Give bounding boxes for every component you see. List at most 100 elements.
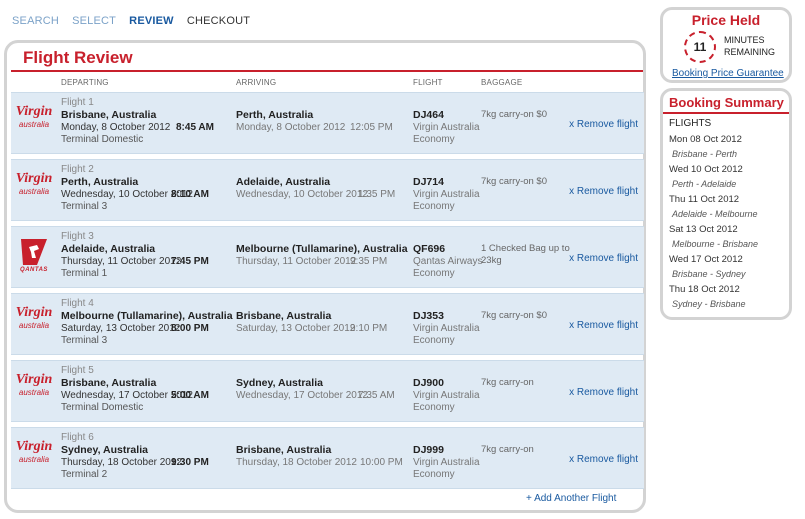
qantas-logo-text: QANTAS <box>20 267 48 273</box>
booking-price-guarantee-link[interactable]: Booking Price Guarantee <box>672 68 784 79</box>
flight-row: Virgin australia Flight 2 Perth, Australia W… <box>11 159 644 221</box>
progress-steps: SEARCH SELECT REVIEW CHECKOUT <box>12 15 260 27</box>
departure-time: 8:10 AM <box>171 189 209 200</box>
departure-time: 8:45 AM <box>176 122 214 133</box>
departure-date: Monday, 8 October 2012 <box>61 122 171 133</box>
arrival-date: Monday, 8 October 2012 <box>236 122 346 133</box>
arrival-city: Brisbane, Australia <box>236 444 332 456</box>
summary-flight-date: Thu 18 Oct 2012 <box>669 284 740 295</box>
minutes-label-line2: REMAINING <box>724 47 776 57</box>
step-select[interactable]: SELECT <box>72 15 116 27</box>
arrival-time: 1:35 PM <box>358 189 396 200</box>
airline-name: Virgin Australia <box>413 122 480 133</box>
panel-title: Flight Review <box>23 48 133 67</box>
virgin-logo-mark: Virgin <box>15 104 53 119</box>
step-search[interactable]: SEARCH <box>12 15 59 27</box>
remove-flight-link[interactable]: x Remove flight <box>569 186 638 197</box>
departure-city: Perth, Australia <box>61 176 139 188</box>
summary-flight-route: Perth - Adelaide <box>672 179 737 189</box>
booking-summary-panel: Booking Summary FLIGHTS Mon 08 Oct 2012 B… <box>660 88 792 320</box>
flight-number-label: Flight 4 <box>61 298 94 309</box>
flight-code: DJ999 <box>413 444 444 456</box>
summary-flight-date: Wed 17 Oct 2012 <box>669 254 743 265</box>
virgin-logo-sub: australia <box>18 455 50 464</box>
baggage-allowance: 7kg carry-on $0 <box>481 310 548 321</box>
flight-code: DJ353 <box>413 310 444 322</box>
cabin-class: Economy <box>413 469 455 480</box>
departure-terminal: Terminal 1 <box>61 268 108 279</box>
departure-terminal: Terminal Domestic <box>61 402 144 413</box>
summary-flight-route: Brisbane - Perth <box>672 149 738 159</box>
remove-flight-link[interactable]: x Remove flight <box>569 454 638 465</box>
arrival-time: 9:10 PM <box>350 323 388 334</box>
remove-flight-link[interactable]: x Remove flight <box>569 320 638 331</box>
arrival-city: Adelaide, Australia <box>236 176 331 188</box>
timer-icon: 11 <box>684 31 716 63</box>
flight-code: QF696 <box>413 243 446 255</box>
virgin-australia-logo-icon: Virgin australia <box>14 440 54 476</box>
departure-time: 8:00 PM <box>171 323 209 334</box>
airline-name: Virgin Australia <box>413 457 480 468</box>
cabin-class: Economy <box>413 268 455 279</box>
arrival-time: 9:35 PM <box>350 256 388 267</box>
title-divider <box>11 70 643 72</box>
departure-terminal: Terminal Domestic <box>61 134 144 145</box>
arrival-date: Thursday, 18 October 2012 <box>236 457 357 468</box>
kangaroo-tail-icon <box>21 239 47 265</box>
arrival-date: Wednesday, 17 October 2012 <box>236 390 368 401</box>
flight-review-panel: Flight Review DEPARTING ARRIVING FLIGHT … <box>4 40 646 513</box>
step-checkout: CHECKOUT <box>186 15 251 27</box>
add-flight-link[interactable]: + Add Another Flight <box>526 493 616 504</box>
header-baggage: BAGGAGE <box>481 78 523 87</box>
flight-code: DJ900 <box>413 377 444 389</box>
baggage-allowance: 7kg carry-on $0 <box>481 176 548 187</box>
virgin-logo-sub: australia <box>18 187 50 196</box>
summary-flight-date: Mon 08 Oct 2012 <box>669 134 742 145</box>
minutes-label-line1: MINUTES <box>724 35 765 45</box>
cabin-class: Economy <box>413 335 455 346</box>
baggage-allowance: 1 Checked Bag up to 23kg <box>481 243 570 266</box>
virgin-australia-logo-icon: Virgin australia <box>14 306 54 342</box>
virgin-australia-logo-icon: Virgin australia <box>14 105 54 141</box>
remove-flight-link[interactable]: x Remove flight <box>569 387 638 398</box>
baggage-allowance: 7kg carry-on <box>481 377 534 388</box>
departure-date: Thursday, 11 October 2012 <box>61 256 182 267</box>
flight-row: QANTAS Flight 3 Adelaide, Australia Thursda… <box>11 226 644 288</box>
header-flight: FLIGHT <box>413 78 443 87</box>
cabin-class: Economy <box>413 134 455 145</box>
departure-time: 9:30 PM <box>171 457 209 468</box>
departure-city: Brisbane, Australia <box>61 377 157 389</box>
airline-name: Virgin Australia <box>413 390 480 401</box>
virgin-logo-sub: australia <box>18 388 50 397</box>
remove-flight-link[interactable]: x Remove flight <box>569 119 638 130</box>
virgin-logo-sub: australia <box>18 321 50 330</box>
virgin-logo-mark: Virgin <box>15 372 53 387</box>
airline-name: Virgin Australia <box>413 189 480 200</box>
summary-divider <box>663 112 789 114</box>
flight-number-label: Flight 6 <box>61 432 94 443</box>
qantas-logo-icon: QANTAS <box>14 239 54 275</box>
arrival-city: Perth, Australia <box>236 109 314 121</box>
departure-time: 7:45 PM <box>171 256 209 267</box>
flight-row: Virgin australia Flight 1 Brisbane, Austral… <box>11 92 644 154</box>
arrival-date: Saturday, 13 October 2012 <box>236 323 356 334</box>
airline-name: Virgin Australia <box>413 323 480 334</box>
virgin-logo-mark: Virgin <box>15 305 53 320</box>
flight-number-label: Flight 3 <box>61 231 94 242</box>
remove-flight-link[interactable]: x Remove flight <box>569 253 638 264</box>
arrival-time: 12:05 PM <box>350 122 393 133</box>
header-departing: DEPARTING <box>61 78 109 87</box>
departure-date: Saturday, 13 October 2012 <box>61 323 181 334</box>
departure-terminal: Terminal 3 <box>61 201 108 212</box>
arrival-city: Brisbane, Australia <box>236 310 332 322</box>
airline-name: Qantas Airways <box>413 256 483 267</box>
summary-flights-label: FLIGHTS <box>669 118 712 129</box>
price-held-title: Price Held <box>691 12 761 28</box>
summary-flight-route: Melbourne - Brisbane <box>672 239 759 249</box>
arrival-date: Wednesday, 10 October 2012 <box>236 189 368 200</box>
departure-terminal: Terminal 3 <box>61 335 108 346</box>
cabin-class: Economy <box>413 402 455 413</box>
virgin-logo-sub: australia <box>18 120 50 129</box>
departure-date: Thursday, 18 October 2012 <box>61 457 182 468</box>
flight-number-label: Flight 2 <box>61 164 94 175</box>
